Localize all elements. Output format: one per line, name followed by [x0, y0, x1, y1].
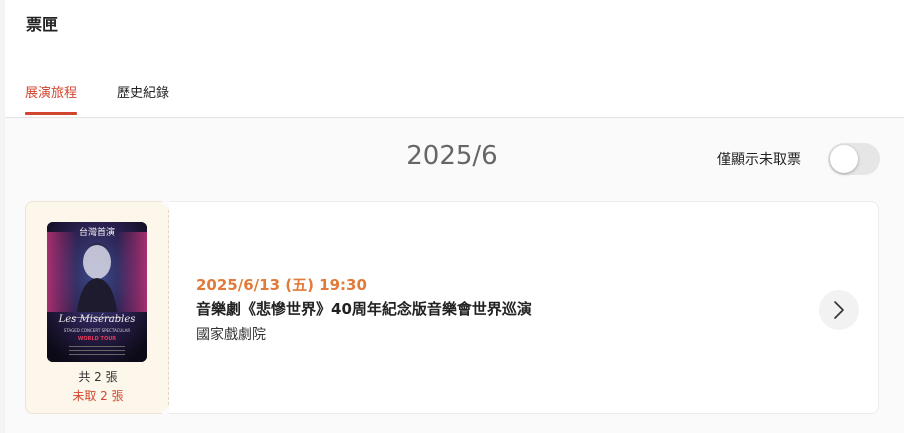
- ticket-count: 共 2 張: [78, 370, 118, 384]
- ticket-card[interactable]: 台灣首演 Les Misérables STAGED CONCERT SPECT…: [25, 194, 879, 421]
- poster-subtitle-text: STAGED CONCERT SPECTACULAR: [63, 328, 131, 333]
- unclaimed-count: 未取 2 張: [72, 389, 124, 403]
- ticket-stub: 台灣首演 Les Misérables STAGED CONCERT SPECT…: [25, 201, 169, 414]
- poster-title-text: Les Misérables: [58, 314, 136, 325]
- poster-tour-text: WORLD TOUR: [77, 336, 117, 342]
- chevron-right-icon: [834, 301, 844, 319]
- unclaimed-filter-label: 僅顯示未取票: [717, 152, 801, 168]
- ticket-wallet-panel: 票匣 展演旅程 歷史紀錄 2025/6 僅顯示未取票 台灣首演 Les Misé…: [5, 0, 904, 433]
- event-datetime: 2025/6/13 (五) 19:30: [196, 276, 367, 294]
- tab-history[interactable]: 歷史紀錄: [117, 82, 169, 101]
- poster-top-text: 台灣首演: [78, 228, 115, 238]
- page-header: 票匣 展演旅程 歷史紀錄: [5, 0, 904, 118]
- page-title: 票匣: [26, 15, 59, 34]
- event-title: 音樂劇《悲慘世界》40周年紀念版音樂會世界巡演: [196, 300, 532, 318]
- unclaimed-filter-toggle[interactable]: [828, 143, 880, 175]
- event-venue: 國家戲劇院: [196, 327, 266, 343]
- toggle-knob: [830, 145, 858, 173]
- event-poster: 台灣首演 Les Misérables STAGED CONCERT SPECT…: [47, 222, 147, 362]
- active-tab-indicator: [25, 112, 77, 115]
- tab-itinerary[interactable]: 展演旅程: [25, 82, 77, 101]
- open-ticket-button[interactable]: [819, 290, 859, 330]
- ticket-details: 2025/6/13 (五) 19:30 音樂劇《悲慘世界》40周年紀念版音樂會世…: [169, 201, 879, 414]
